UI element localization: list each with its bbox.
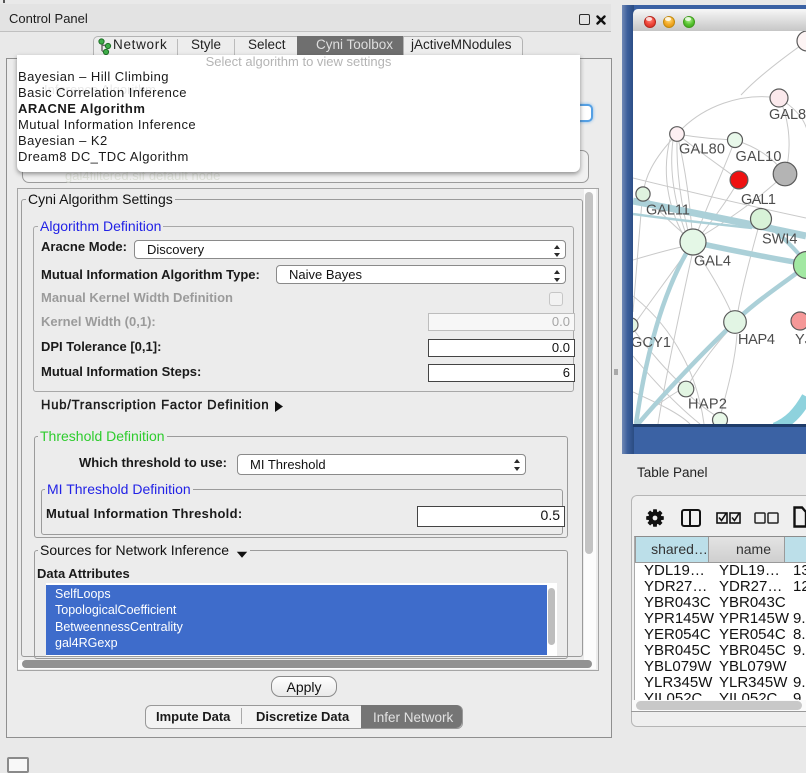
svg-text:HAP2: HAP2 [688,397,727,413]
svg-text:GCY1: GCY1 [633,335,671,351]
svg-text:GAL4: GAL4 [694,254,731,270]
svg-text:GAL8: GAL8 [769,107,806,123]
svg-text:YJ: YJ [795,332,806,348]
svg-text:SWI4: SWI4 [762,232,797,248]
svg-text:HAP4: HAP4 [738,332,775,348]
svg-text:GAL10: GAL10 [736,149,782,165]
svg-text:GAL1: GAL1 [741,192,776,208]
svg-text:GAL80: GAL80 [679,142,725,158]
svg-text:GAL11: GAL11 [646,203,690,219]
